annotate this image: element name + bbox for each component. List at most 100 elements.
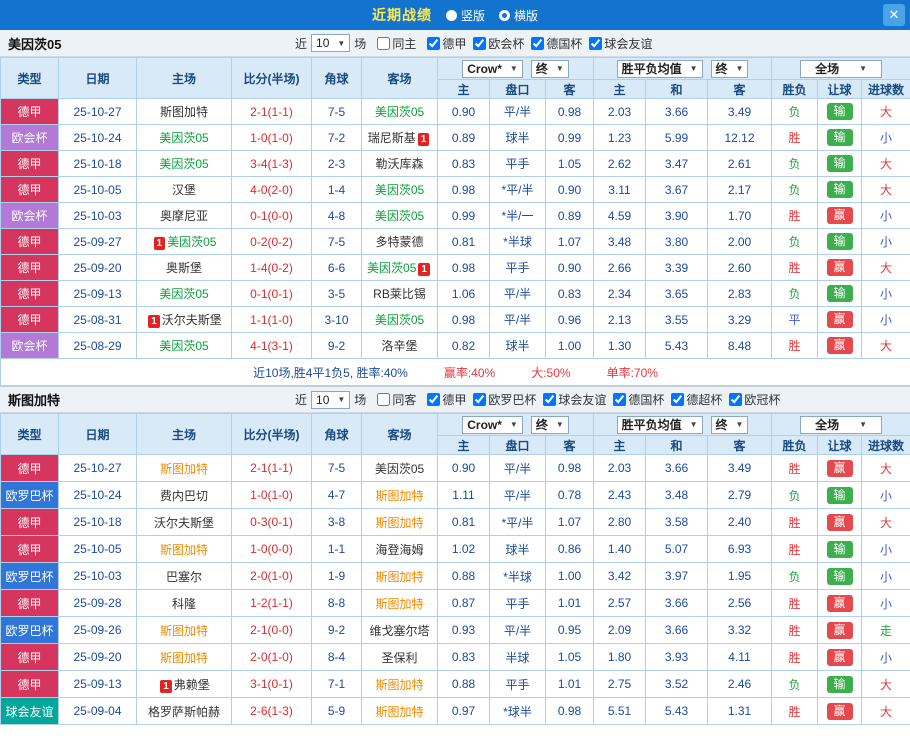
match-row: 欧罗巴杯 25-10-24 费内巴切 1-0(1-0) 4-7 斯图加特 1.11 平/半 0.…: [0, 481, 910, 509]
close-button[interactable]: ✕: [883, 4, 905, 26]
handicap-result-badge: 赢: [826, 207, 853, 224]
euro-stage-select[interactable]: 终 ▼: [710, 415, 749, 434]
scope-select[interactable]: 全场 ▼: [800, 59, 882, 78]
cell-handicap-result: 赢: [817, 697, 863, 725]
summary-row: 近10场,胜4平1负5, 胜率:40% 赢率:40% 大:50% 单率:70%: [0, 358, 910, 386]
scope-select[interactable]: 全场 ▼: [800, 415, 882, 434]
league-checkbox[interactable]: [729, 393, 743, 406]
cell-handicap-result: 输: [817, 228, 863, 255]
same-venue-label: 同主: [392, 36, 417, 51]
cell-result: 胜: [771, 616, 819, 644]
layout-radio-horizontal[interactable]: 横版: [499, 7, 538, 24]
cell-euro-win: 2.13: [593, 306, 646, 333]
odds-stage-value: 终: [535, 62, 548, 76]
scope-header: 全场 ▼: [771, 57, 910, 80]
league-filter[interactable]: 德甲: [427, 35, 466, 52]
cell-odds-handicap: 平/半: [489, 616, 546, 644]
cell-corners: 1-9: [311, 562, 362, 590]
league-filter[interactable]: 球会友谊: [589, 35, 652, 52]
layout-radio-vertical[interactable]: 竖版: [445, 7, 485, 24]
odds-source-select[interactable]: Crow* ▼: [462, 59, 523, 78]
league-filter[interactable]: 德国杯: [531, 35, 582, 52]
chevron-down-icon: ▼: [337, 38, 346, 48]
handicap-result-badge: 赢: [826, 648, 853, 666]
cell-score: 2-6(1-3): [231, 697, 312, 725]
col-score: 比分(半场): [231, 57, 312, 99]
odds-source-select[interactable]: Crow* ▼: [462, 415, 523, 434]
cell-result: 负: [771, 280, 819, 307]
cell-goals: 小: [861, 306, 910, 333]
league-checkbox[interactable]: [473, 36, 487, 50]
league-checkbox[interactable]: [671, 393, 685, 406]
league-checkbox[interactable]: [543, 393, 557, 406]
handicap-result-badge: 输: [826, 103, 853, 120]
league-checkbox[interactable]: [427, 36, 441, 50]
cell-league: 德甲: [0, 454, 59, 482]
euro-odds-select[interactable]: 胜平负均值 ▼: [616, 59, 703, 78]
league-filter[interactable]: 球会友谊: [543, 391, 606, 408]
cell-away-team: 美因茨05: [361, 306, 438, 333]
cell-euro-lose: 2.17: [706, 176, 773, 203]
cell-result: 胜: [771, 535, 819, 563]
same-venue-filter[interactable]: 同主: [377, 35, 416, 52]
euro-odds-select[interactable]: 胜平负均值 ▼: [616, 415, 703, 434]
col-home: 主场: [136, 57, 232, 99]
chevron-down-icon: ▼: [555, 420, 564, 429]
odds-stage-select[interactable]: 终 ▼: [530, 59, 569, 78]
cell-euro-draw: 3.66: [645, 98, 708, 125]
cell-result: 负: [771, 176, 819, 203]
col-odds-handicap: 盘口: [489, 79, 546, 99]
euro-stage-select[interactable]: 终 ▼: [710, 59, 749, 78]
cell-euro-win: 1.40: [593, 535, 646, 563]
team-label: 斯图加特: [159, 650, 208, 665]
cell-away-team: 美因茨05: [361, 176, 438, 203]
league-filter[interactable]: 德国杯: [613, 391, 664, 408]
games-count-select[interactable]: 10 ▼: [311, 34, 351, 52]
cell-home-team: 1 弗赖堡: [136, 670, 232, 698]
league-filter[interactable]: 德甲: [427, 391, 466, 408]
league-checkbox[interactable]: [613, 393, 627, 406]
cell-euro-draw: 3.52: [645, 670, 708, 698]
cell-odds-away: 0.83: [545, 280, 594, 307]
euro-stage-value: 终: [715, 62, 728, 76]
cell-league: 欧会杯: [0, 202, 59, 229]
same-venue-checkbox[interactable]: [377, 393, 391, 406]
league-filter[interactable]: 欧会杯: [473, 35, 524, 52]
cell-home-team: 沃尔夫斯堡: [136, 508, 232, 536]
league-checkbox[interactable]: [531, 36, 545, 50]
cell-odds-handicap: 平/半: [489, 280, 546, 307]
handicap-result-badge: 赢: [826, 337, 853, 354]
league-filter[interactable]: 欧冠杯: [729, 391, 780, 408]
cell-odds-handicap: 球半: [489, 124, 546, 151]
cell-score: 1-2(1-1): [231, 589, 312, 617]
cell-home-team: 奥斯堡: [136, 254, 232, 281]
col-handicap-result: 让球: [817, 79, 863, 99]
cell-odds-home: 1.11: [437, 481, 490, 509]
team-label: 美因茨05: [374, 183, 425, 197]
league-filter[interactable]: 欧罗巴杯: [473, 391, 536, 408]
team-label: 斯图加特: [375, 596, 424, 611]
near-label: 近: [295, 393, 308, 407]
games-count-select[interactable]: 10 ▼: [311, 390, 351, 409]
cell-corners: 2-3: [311, 150, 362, 177]
cell-league: 球会友谊: [0, 697, 59, 725]
same-venue-checkbox[interactable]: [377, 36, 391, 50]
odds-stage-select[interactable]: 终 ▼: [530, 415, 569, 434]
cell-result: 负: [771, 562, 819, 590]
col-away: 客场: [361, 57, 438, 99]
league-checkbox[interactable]: [589, 36, 603, 50]
cell-away-team: 斯图加特: [361, 562, 438, 590]
league-checkbox[interactable]: [427, 393, 441, 406]
league-filters: 德甲 欧罗巴杯 球会友谊 德国杯 德超杯 欧冠杯: [420, 391, 780, 408]
league-label: 德国杯: [546, 36, 583, 51]
same-venue-filter[interactable]: 同客: [377, 391, 416, 408]
team-label: 斯图加特: [375, 488, 424, 503]
league-checkbox[interactable]: [473, 393, 487, 406]
cell-date: 25-09-27: [58, 228, 137, 255]
league-filter[interactable]: 德超杯: [671, 391, 722, 408]
scope-value: 全场: [815, 62, 840, 76]
cell-league: 欧会杯: [0, 124, 59, 151]
cell-handicap-result: 赢: [817, 306, 863, 333]
cell-home-team: 1 美因茨05: [136, 228, 232, 255]
handicap-result-badge: 赢: [826, 459, 853, 477]
